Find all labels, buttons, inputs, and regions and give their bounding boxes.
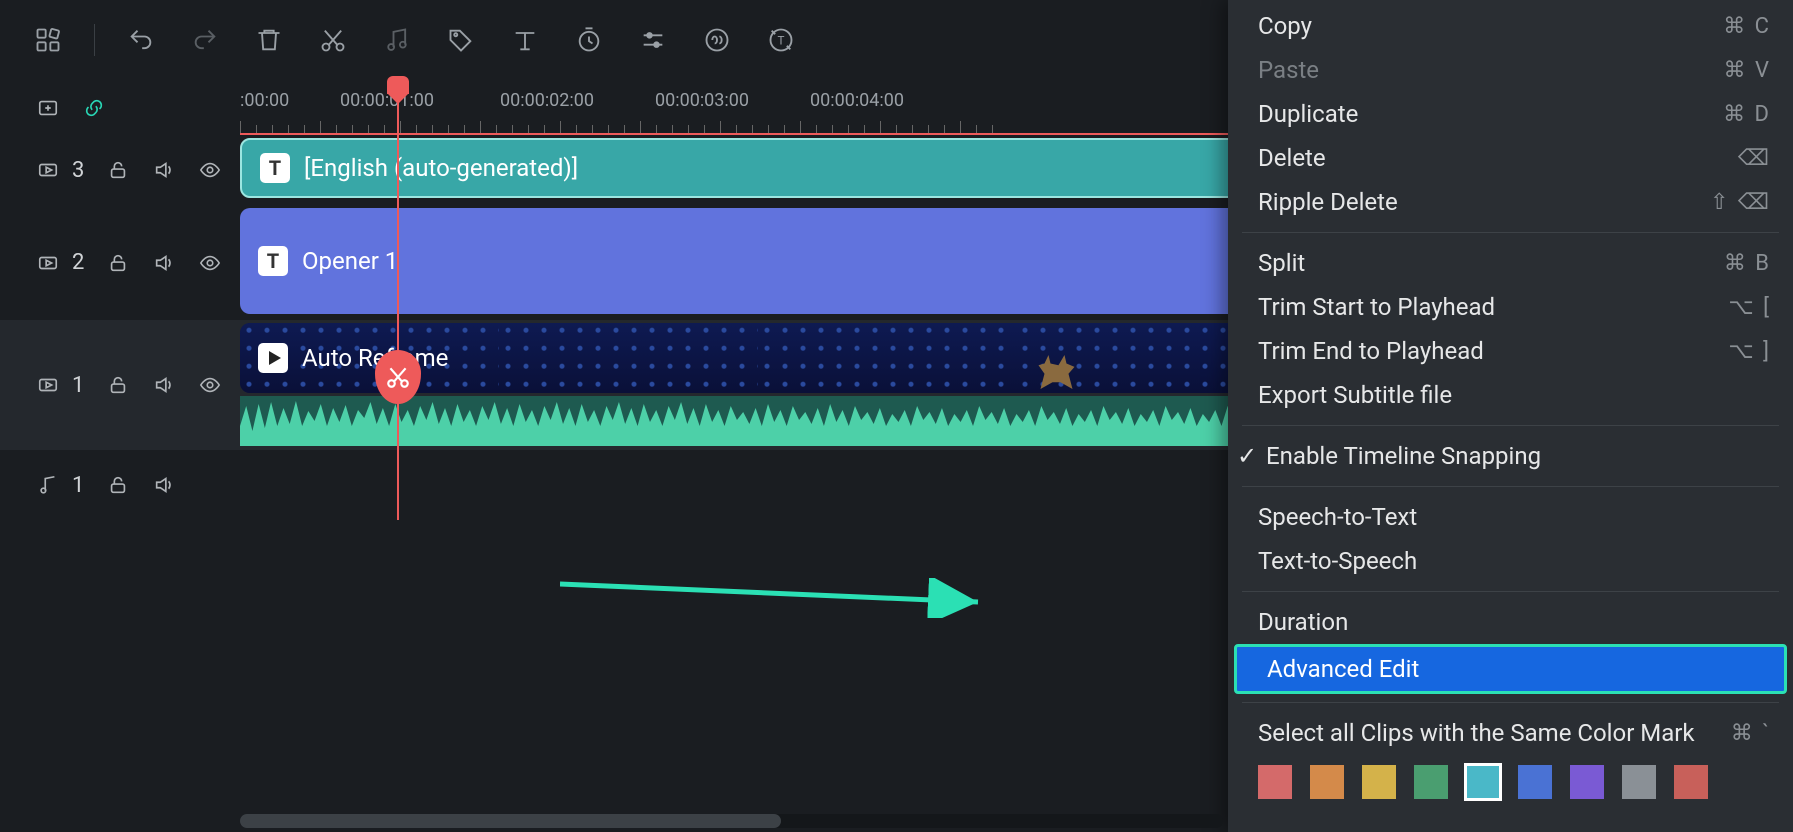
track-header-3[interactable]: 3 xyxy=(0,135,240,205)
color-swatch[interactable] xyxy=(1466,765,1500,799)
redo-icon[interactable] xyxy=(187,22,223,58)
delete-icon[interactable] xyxy=(251,22,287,58)
clip-label: Opener 1 xyxy=(302,247,398,275)
timer-icon[interactable] xyxy=(571,22,607,58)
lock-icon[interactable] xyxy=(106,373,130,397)
horizontal-scrollbar[interactable] xyxy=(240,814,1223,828)
lock-icon[interactable] xyxy=(106,251,130,275)
color-swatch[interactable] xyxy=(1310,765,1344,799)
text-clip-icon: T xyxy=(260,153,290,183)
video-track-icon xyxy=(36,373,60,397)
lock-icon[interactable] xyxy=(106,158,130,182)
color-swatch[interactable] xyxy=(1414,765,1448,799)
sliders-icon[interactable] xyxy=(635,22,671,58)
color-swatch[interactable] xyxy=(1674,765,1708,799)
svg-text:T: T xyxy=(778,34,785,48)
mute-icon[interactable] xyxy=(152,373,176,397)
menu-ripple-delete[interactable]: Ripple Delete⇧ ⌫ xyxy=(1228,180,1793,224)
color-swatch[interactable] xyxy=(1622,765,1656,799)
tag-icon[interactable] xyxy=(443,22,479,58)
mute-icon[interactable] xyxy=(152,251,176,275)
video-track-icon xyxy=(36,158,60,182)
color-swatch[interactable] xyxy=(1518,765,1552,799)
play-clip-icon xyxy=(258,343,288,373)
color-swatch[interactable] xyxy=(1362,765,1396,799)
menu-timeline-snapping[interactable]: ✓Enable Timeline Snapping xyxy=(1228,434,1793,478)
ruler-ts: 00:00:02:00 xyxy=(500,90,594,111)
track-number: 3 xyxy=(72,158,84,183)
menu-trim-end[interactable]: Trim End to Playhead⌥ ] xyxy=(1228,329,1793,373)
replace-text-icon[interactable]: T xyxy=(763,22,799,58)
lock-icon[interactable] xyxy=(106,473,130,497)
menu-speech-to-text[interactable]: Speech-to-Text xyxy=(1228,495,1793,539)
menu-export-subtitle[interactable]: Export Subtitle file xyxy=(1228,373,1793,417)
playhead[interactable] xyxy=(397,80,399,520)
color-mark-row xyxy=(1228,755,1793,809)
music-icon[interactable] xyxy=(379,22,415,58)
audio-fx-icon[interactable] xyxy=(699,22,735,58)
ruler-ts: 00:00:04:00 xyxy=(810,90,904,111)
ruler-ts: :00:00 xyxy=(240,90,289,111)
annotation-arrow xyxy=(560,578,990,618)
track-number: 1 xyxy=(72,473,84,498)
visibility-icon[interactable] xyxy=(198,251,222,275)
color-swatch[interactable] xyxy=(1570,765,1604,799)
context-menu: Copy⌘ C Paste⌘ V Duplicate⌘ D Delete⌫ Ri… xyxy=(1228,0,1793,832)
undo-icon[interactable] xyxy=(123,22,159,58)
video-track-icon xyxy=(36,251,60,275)
clip-label: [English (auto-generated)] xyxy=(304,154,578,182)
visibility-icon[interactable] xyxy=(198,158,222,182)
menu-advanced-edit[interactable]: Advanced Edit xyxy=(1234,644,1787,694)
audio-track-icon xyxy=(36,473,60,497)
track-number: 1 xyxy=(72,373,84,398)
track-header-2[interactable]: 2 xyxy=(0,205,240,320)
text-icon[interactable] xyxy=(507,22,543,58)
color-swatch[interactable] xyxy=(1258,765,1292,799)
text-clip-icon: T xyxy=(258,246,288,276)
cut-icon[interactable] xyxy=(315,22,351,58)
track-number: 2 xyxy=(72,250,84,275)
mute-icon[interactable] xyxy=(152,473,176,497)
apps-icon[interactable] xyxy=(30,22,66,58)
mute-icon[interactable] xyxy=(152,158,176,182)
menu-paste: Paste⌘ V xyxy=(1228,48,1793,92)
track-header-1[interactable]: 1 xyxy=(0,320,240,450)
add-track-icon[interactable] xyxy=(36,96,60,120)
link-icon[interactable] xyxy=(82,96,106,120)
menu-duplicate[interactable]: Duplicate⌘ D xyxy=(1228,92,1793,136)
track-header-audio[interactable]: 1 xyxy=(0,450,240,520)
ruler-ts: 00:00:03:00 xyxy=(655,90,749,111)
check-icon: ✓ xyxy=(1236,442,1258,470)
menu-trim-start[interactable]: Trim Start to Playhead⌥ [ xyxy=(1228,285,1793,329)
menu-duration[interactable]: Duration xyxy=(1228,600,1793,644)
menu-select-color-mark[interactable]: Select all Clips with the Same Color Mar… xyxy=(1228,711,1793,755)
menu-split[interactable]: Split⌘ B xyxy=(1228,241,1793,285)
visibility-icon[interactable] xyxy=(198,373,222,397)
menu-copy[interactable]: Copy⌘ C xyxy=(1228,4,1793,48)
menu-text-to-speech[interactable]: Text-to-Speech xyxy=(1228,539,1793,583)
menu-delete[interactable]: Delete⌫ xyxy=(1228,136,1793,180)
